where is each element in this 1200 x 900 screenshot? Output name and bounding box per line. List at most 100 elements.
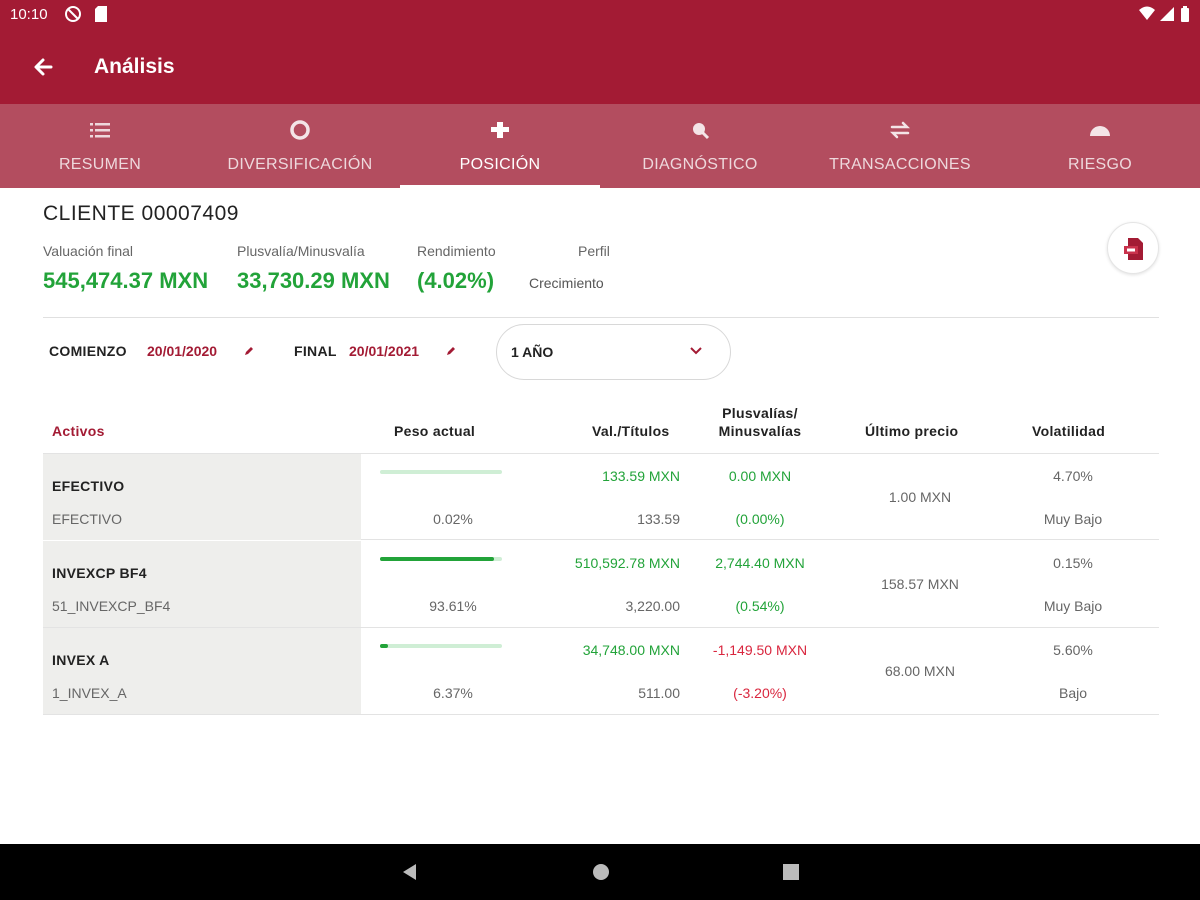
tab-transacciones[interactable]: TRANSACCIONES (800, 104, 1000, 188)
asset-cell (43, 454, 361, 540)
sd-card-icon (94, 5, 108, 28)
battery-icon (1180, 5, 1190, 28)
period-dropdown[interactable]: 1 AÑO (496, 324, 731, 380)
peso-value: 6.37% (433, 685, 473, 701)
system-nav-bar (0, 844, 1200, 900)
plusvalia-value: -1,149.50 MXN (712, 642, 808, 658)
asset-name: INVEX A (52, 652, 110, 668)
volatilidad-value: 0.15% (1053, 555, 1093, 571)
asset-code: EFECTIVO (52, 511, 123, 527)
chevron-down-icon (689, 344, 703, 363)
asset-cell (43, 541, 361, 627)
titulos-value: 3,220.00 (625, 598, 681, 614)
divider (43, 317, 1159, 318)
valor-value: 34,748.00 MXN (582, 642, 680, 658)
weight-bar (380, 557, 502, 561)
pdf-icon (1124, 238, 1143, 260)
col-volatilidad: Volatilidad (1032, 423, 1106, 439)
table-row[interactable]: INVEXCP BF4 51_INVEXCP_BF4 93.61% 510,59… (43, 541, 1159, 628)
plusvalia-value: 0.00 MXN (728, 468, 792, 484)
tab-diagnostico[interactable]: DIAGNÓSTICO (600, 104, 800, 188)
col-peso-actual: Peso actual (394, 423, 476, 439)
col-ultimo-precio: Último precio (865, 423, 959, 439)
weight-bar (380, 644, 502, 648)
period-value: 1 AÑO (511, 344, 554, 360)
weight-bar-fill (380, 644, 388, 648)
ultimo-precio-value: 68.00 MXN (884, 663, 956, 679)
page-title: Análisis (94, 55, 175, 78)
tab-label: POSICIÓN (459, 156, 541, 173)
valuacion-value: 545,474.37 MXN (43, 268, 209, 293)
plusvalia-label: Plusvalía/Minusvalía (237, 243, 365, 259)
back-arrow-icon[interactable] (28, 52, 58, 82)
col-activos: Activos (52, 423, 105, 439)
plusvalia-value: 2,744.40 MXN (715, 555, 805, 571)
plusvalia-pct: (-3.20%) (733, 685, 787, 701)
volatilidad-value: 5.60% (1053, 642, 1093, 658)
tab-label: TRANSACCIONES (829, 156, 971, 173)
nav-home-icon[interactable] (591, 862, 611, 887)
tab-resumen[interactable]: RESUMEN (0, 104, 200, 188)
asset-code: 1_INVEX_A (52, 685, 127, 701)
nav-recents-icon[interactable] (781, 862, 801, 887)
asset-name: EFECTIVO (52, 478, 125, 494)
volatilidad-nivel: Muy Bajo (1043, 598, 1103, 614)
tab-posicion[interactable]: POSICIÓN (400, 104, 600, 188)
peso-value: 0.02% (433, 511, 473, 527)
table-row[interactable]: EFECTIVO EFECTIVO 0.02% 133.59 MXN 133.5… (43, 453, 1159, 540)
valor-value: 133.59 MXN (602, 468, 680, 484)
final-date[interactable]: 20/01/2021 (349, 343, 419, 359)
plusvalia-pct: (0.00%) (735, 511, 785, 527)
col-plusvalias-line1: Plusvalías/ (722, 405, 798, 421)
tab-label: DIVERSIFICACIÓN (227, 156, 373, 173)
pdf-export-button[interactable] (1107, 222, 1159, 274)
volatilidad-nivel: Muy Bajo (1043, 511, 1103, 527)
signal-icon (1159, 5, 1175, 28)
table-row[interactable]: INVEX A 1_INVEX_A 6.37% 34,748.00 MXN 51… (43, 628, 1159, 715)
asset-code: 51_INVEXCP_BF4 (52, 598, 171, 614)
titulos-value: 133.59 (637, 511, 680, 527)
tab-label: RESUMEN (58, 156, 142, 173)
swap-icon (888, 118, 912, 142)
app-bar: Análisis (0, 30, 1200, 104)
dnd-icon (64, 5, 82, 28)
perfil-label: Perfil (578, 243, 610, 259)
gauge-icon (1088, 118, 1112, 142)
edit-pencil-icon[interactable] (243, 344, 255, 362)
peso-value: 93.61% (429, 598, 477, 614)
comienzo-date[interactable]: 20/01/2020 (147, 343, 217, 359)
valor-value: 510,592.78 MXN (574, 555, 680, 571)
magnifier-icon (688, 118, 712, 142)
asset-name: INVEXCP BF4 (52, 565, 147, 581)
perfil-value: Crecimiento (529, 275, 604, 291)
volatilidad-nivel: Bajo (1058, 685, 1088, 701)
client-title: CLIENTE 00007409 (43, 202, 239, 225)
status-bar: 10:10 (0, 0, 1200, 30)
status-time: 10:10 (10, 6, 48, 23)
tab-diversificacion[interactable]: DIVERSIFICACIÓN (200, 104, 400, 188)
wifi-icon (1138, 5, 1156, 28)
comienzo-label: COMIENZO (49, 343, 127, 359)
ultimo-precio-value: 158.57 MXN (881, 576, 959, 592)
tab-bar: RESUMEN DIVERSIFICACIÓN POSICIÓN DIAGNÓS… (0, 104, 1200, 188)
donut-icon (288, 118, 312, 142)
edit-pencil-icon[interactable] (445, 344, 457, 362)
weight-bar (380, 470, 502, 474)
ultimo-precio-value: 1.00 MXN (888, 489, 952, 505)
volatilidad-value: 4.70% (1053, 468, 1093, 484)
rendimiento-label: Rendimiento (417, 243, 496, 259)
position-icon (488, 118, 512, 142)
col-plusvalias-line2: Minusvalías (718, 423, 802, 439)
plusvalia-pct: (0.54%) (735, 598, 785, 614)
tab-label: RIESGO (1067, 156, 1133, 173)
titulos-value: 511.00 (638, 685, 680, 701)
asset-cell (43, 628, 361, 714)
valuacion-label: Valuación final (43, 243, 134, 259)
tab-label: DIAGNÓSTICO (642, 156, 758, 173)
tab-riesgo[interactable]: RIESGO (1000, 104, 1200, 188)
nav-back-icon[interactable] (400, 862, 420, 887)
list-icon (88, 118, 112, 142)
plusvalia-value: 33,730.29 MXN (237, 268, 390, 293)
rendimiento-value: (4.02%) (417, 268, 495, 293)
col-val-titulos: Val./Títulos (592, 423, 670, 439)
